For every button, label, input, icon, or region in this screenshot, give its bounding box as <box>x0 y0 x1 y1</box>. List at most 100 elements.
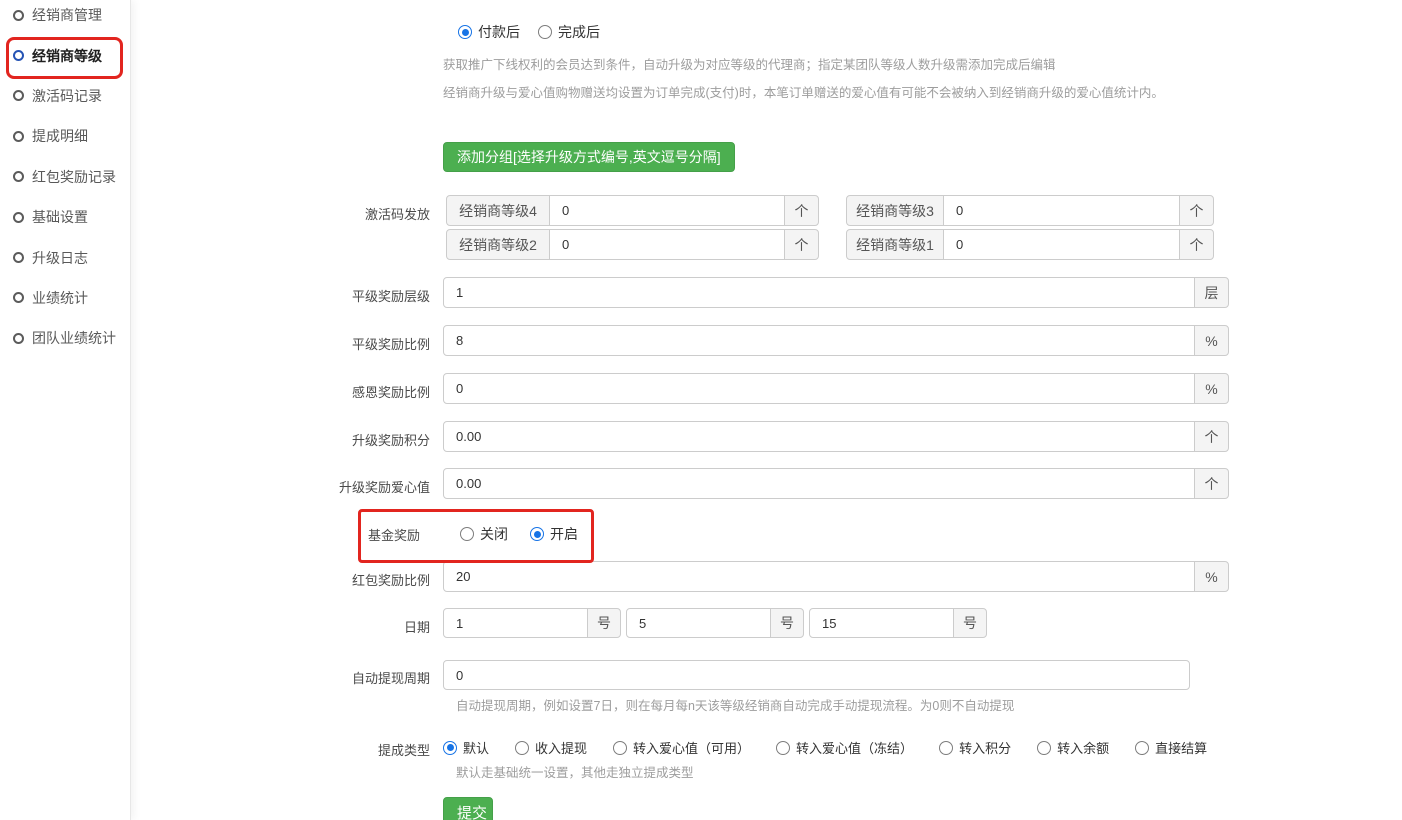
radio-icon <box>460 527 474 541</box>
radio-label: 转入爱心值（冻结） <box>796 738 913 757</box>
sidebar-item-dealer-manage[interactable]: 经销商管理 <box>0 0 130 35</box>
redpacket-ratio-input[interactable] <box>443 561 1195 592</box>
radio-commission-love-frozen[interactable]: 转入爱心值（冻结） <box>776 738 913 757</box>
radio-commission-direct[interactable]: 直接结算 <box>1135 738 1207 757</box>
radio-label: 转入爱心值（可用） <box>633 738 750 757</box>
date-group-2: 号 <box>626 608 804 638</box>
circle-icon <box>13 10 24 21</box>
radio-icon <box>939 741 953 755</box>
radio-icon <box>443 741 457 755</box>
circle-icon <box>13 252 24 263</box>
sidebar-item-dealer-level[interactable]: 经销商等级 <box>0 35 130 75</box>
auto-withdraw-help: 自动提现周期，例如设置7日，则在每月每n天该等级经销商自动完成手动提现流程。为0… <box>456 695 1014 714</box>
sidebar-item-performance-stats[interactable]: 业绩统计 <box>0 278 130 318</box>
radio-label: 收入提现 <box>535 738 587 757</box>
field-row-upgrade-love-value: 个 <box>443 468 1229 499</box>
circle-icon <box>13 171 24 182</box>
input-addon-suffix: 个 <box>1194 468 1229 499</box>
field-row-peer-level: 层 <box>443 277 1229 308</box>
fund-reward-radio-group: 关闭 开启 <box>460 524 578 544</box>
input-addon-suffix: 号 <box>953 608 987 638</box>
input-addon-suffix: 个 <box>1194 421 1229 452</box>
sidebar-item-label: 团队业绩统计 <box>32 328 116 348</box>
sidebar-item-basic-settings[interactable]: 基础设置 <box>0 197 130 237</box>
sidebar-item-label: 升级日志 <box>32 248 88 268</box>
date-group-1: 号 <box>443 608 621 638</box>
input-addon-suffix: 个 <box>784 229 819 260</box>
radio-icon <box>613 741 627 755</box>
radio-icon <box>530 527 544 541</box>
sidebar-item-commission-detail[interactable]: 提成明细 <box>0 116 130 156</box>
input-addon-suffix: % <box>1194 325 1229 356</box>
radio-label: 关闭 <box>480 524 508 544</box>
upgrade-mode-radio-group: 付款后 完成后 <box>458 22 600 42</box>
activation-level2-input[interactable] <box>549 229 785 260</box>
activation-level3-input[interactable] <box>943 195 1180 226</box>
upgrade-love-value-input[interactable] <box>443 468 1195 499</box>
date-group-3: 号 <box>809 608 987 638</box>
radio-commission-income-withdraw[interactable]: 收入提现 <box>515 738 587 757</box>
add-group-button[interactable]: 添加分组[选择升级方式编号,英文逗号分隔] <box>443 142 735 172</box>
input-addon-suffix: 个 <box>1179 229 1214 260</box>
sidebar: 经销商管理 经销商等级 激活码记录 提成明细 红包奖励记录 基础设置 升级日志 <box>0 0 131 820</box>
sidebar-item-upgrade-log[interactable]: 升级日志 <box>0 237 130 277</box>
circle-icon <box>13 212 24 223</box>
radio-fund-off[interactable]: 关闭 <box>460 524 508 544</box>
circle-icon <box>13 292 24 303</box>
radio-commission-love-available[interactable]: 转入爱心值（可用） <box>613 738 750 757</box>
input-addon-label: 经销商等级4 <box>446 195 550 226</box>
radio-after-payment[interactable]: 付款后 <box>458 22 520 42</box>
date2-input[interactable] <box>626 608 771 638</box>
input-addon-suffix: 层 <box>1194 277 1229 308</box>
input-addon-suffix: % <box>1194 373 1229 404</box>
auto-withdraw-input[interactable] <box>443 660 1190 690</box>
sidebar-item-label: 经销商管理 <box>32 5 102 25</box>
gratitude-ratio-input[interactable] <box>443 373 1195 404</box>
input-addon-suffix: 号 <box>770 608 804 638</box>
input-addon-suffix: 号 <box>587 608 621 638</box>
date3-input[interactable] <box>809 608 954 638</box>
radio-icon <box>1037 741 1051 755</box>
radio-icon <box>538 25 552 39</box>
radio-label: 完成后 <box>558 22 600 42</box>
radio-commission-default[interactable]: 默认 <box>443 738 489 757</box>
input-addon-suffix: % <box>1194 561 1229 592</box>
radio-label: 转入积分 <box>959 738 1011 757</box>
activation-level4-input[interactable] <box>549 195 785 226</box>
radio-icon <box>458 25 472 39</box>
peer-level-input[interactable] <box>443 277 1195 308</box>
field-row-gratitude-ratio: % <box>443 373 1229 404</box>
field-row-redpacket-ratio: % <box>443 561 1229 592</box>
commission-type-radio-group: 默认 收入提现 转入爱心值（可用） 转入爱心值（冻结） 转入积分 转入余额 直接… <box>443 738 1207 757</box>
upgrade-points-input[interactable] <box>443 421 1195 452</box>
sidebar-item-team-performance-stats[interactable]: 团队业绩统计 <box>0 318 130 358</box>
radio-icon <box>1135 741 1149 755</box>
activation-group-level4: 经销商等级4 个 <box>446 195 819 226</box>
date1-input[interactable] <box>443 608 588 638</box>
radio-label: 开启 <box>550 524 578 544</box>
radio-fund-on[interactable]: 开启 <box>530 524 578 544</box>
activation-group-level3: 经销商等级3 个 <box>846 195 1214 226</box>
radio-after-complete[interactable]: 完成后 <box>538 22 600 42</box>
commission-type-help: 默认走基础统一设置，其他走独立提成类型 <box>456 762 694 781</box>
input-addon-suffix: 个 <box>784 195 819 226</box>
sidebar-item-redpacket-records[interactable]: 红包奖励记录 <box>0 157 130 197</box>
radio-commission-points[interactable]: 转入积分 <box>939 738 1011 757</box>
sidebar-item-activation-records[interactable]: 激活码记录 <box>0 76 130 116</box>
sidebar-item-label: 业绩统计 <box>32 288 88 308</box>
radio-commission-balance[interactable]: 转入余额 <box>1037 738 1109 757</box>
circle-icon <box>13 333 24 344</box>
activation-level1-input[interactable] <box>943 229 1180 260</box>
peer-ratio-input[interactable] <box>443 325 1195 356</box>
radio-icon <box>776 741 790 755</box>
activation-group-level1: 经销商等级1 个 <box>846 229 1214 260</box>
sidebar-item-label: 激活码记录 <box>32 86 102 106</box>
circle-icon <box>13 131 24 142</box>
radio-icon <box>515 741 529 755</box>
circle-icon <box>13 50 24 61</box>
sidebar-item-label: 红包奖励记录 <box>32 167 116 187</box>
submit-button[interactable]: 提交 <box>443 797 493 820</box>
input-addon-label: 经销商等级2 <box>446 229 550 260</box>
activation-group-level2: 经销商等级2 个 <box>446 229 819 260</box>
radio-label: 直接结算 <box>1155 738 1207 757</box>
